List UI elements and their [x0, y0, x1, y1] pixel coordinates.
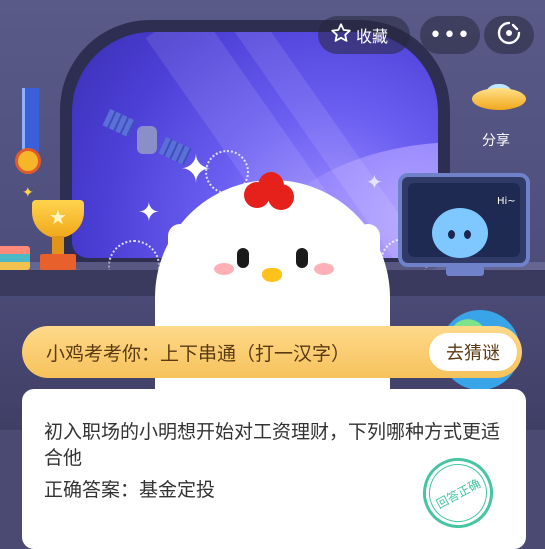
star-outline-icon — [330, 22, 352, 48]
chick-cheek — [214, 263, 234, 275]
sparkle-icon: ✦ — [22, 185, 34, 201]
favorite-button[interactable]: 收藏 — [318, 16, 410, 54]
guess-riddle-button[interactable]: 去猜谜 — [429, 333, 517, 371]
books-illustration — [0, 246, 30, 270]
chick-eye — [296, 248, 308, 268]
trophy-stem — [52, 236, 64, 256]
alien-illustration — [432, 208, 488, 258]
monitor-stand — [446, 266, 484, 276]
chick-cheek — [314, 263, 334, 275]
chick-wing — [168, 224, 192, 266]
share-label: 分享 — [482, 133, 510, 149]
chick-eye — [237, 248, 249, 268]
trophy-base — [40, 254, 76, 270]
medal-icon — [15, 148, 41, 174]
riddle-text: 小鸡考考你：上下串通（打一汉字） — [46, 343, 351, 365]
satellite-illustration — [102, 108, 192, 167]
more-dots-icon: ••• — [429, 22, 471, 48]
sparkle-icon: ✦ — [138, 198, 160, 228]
target-close-icon — [496, 20, 522, 50]
monitor-greeting: Hi~ — [497, 196, 516, 207]
ufo-icon — [472, 88, 526, 110]
medal-ribbon — [22, 88, 39, 152]
chick-wing — [356, 224, 380, 266]
share-button[interactable]: 分享 — [468, 84, 532, 154]
star-icon: ★ — [49, 205, 67, 229]
chick-beak — [262, 268, 282, 282]
sparkle-icon: ✦ — [366, 170, 383, 194]
svg-text:回答正确: 回答正确 — [434, 476, 483, 512]
chick-comb — [244, 172, 296, 214]
favorite-label: 收藏 — [356, 27, 389, 46]
more-button[interactable]: ••• — [420, 16, 480, 54]
close-button[interactable] — [484, 16, 534, 54]
answer-text: 正确答案：基金定投 — [44, 479, 216, 501]
question-text: 初入职场的小明想开始对工资理财，下列哪种方式更适合他 — [44, 421, 501, 469]
